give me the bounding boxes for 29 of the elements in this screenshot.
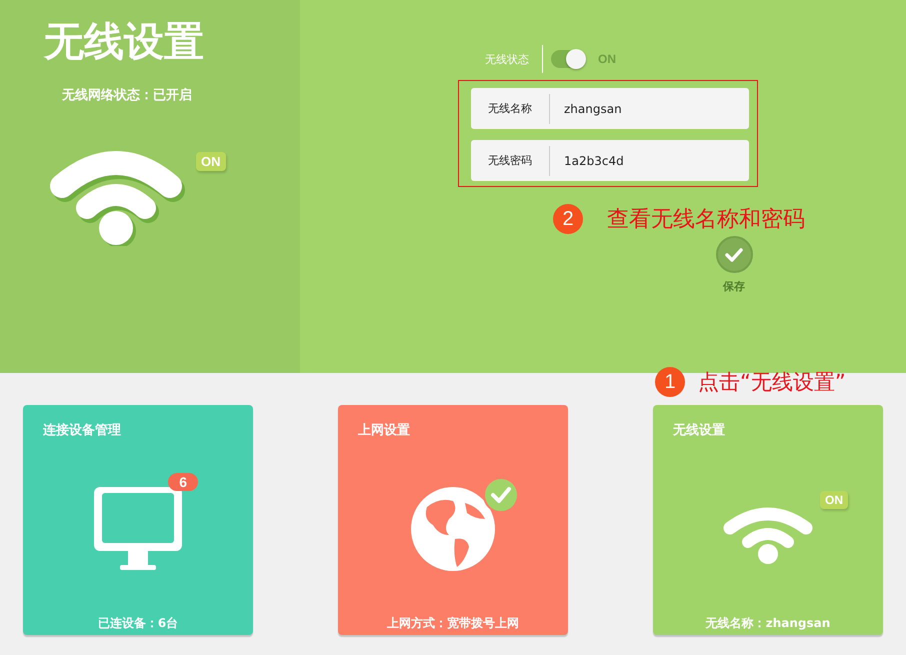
card-title: 无线设置 (673, 422, 725, 439)
step-number: 1 (655, 367, 685, 397)
check-icon (483, 477, 519, 513)
status-label: 无线状态 (485, 52, 529, 66)
count-badge: 6 (168, 473, 198, 491)
feature-card[interactable]: 上网设置 上网方式：宽带拨号上网 (338, 405, 568, 635)
field-label: 无线名称 (471, 94, 550, 124)
field-label: 无线密码 (471, 146, 550, 176)
check-icon (725, 248, 743, 262)
card-caption: 无线名称：zhangsan (706, 615, 830, 632)
on-badge: ON (820, 491, 848, 509)
card-title: 上网设置 (358, 422, 410, 439)
page-title: 无线设置 (44, 18, 204, 66)
card-title: 连接设备管理 (43, 422, 121, 439)
annotation-text: 查看无线名称和密码 (607, 206, 805, 234)
on-badge: ON (196, 152, 226, 171)
toggle-switch[interactable] (551, 50, 586, 68)
status-text: 无线网络状态：已开启 (62, 86, 192, 104)
save-button[interactable] (716, 236, 752, 273)
input-field[interactable]: 1a2b3c4d (562, 152, 726, 168)
feature-card[interactable]: 连接设备管理 6 已连设备：6台 (23, 405, 253, 635)
annotation-text: 点击“无线设置” (698, 369, 846, 396)
input-field[interactable]: zhangsan (562, 100, 726, 116)
feature-card[interactable]: 无线设置 ON 无线名称：zhangsan (653, 405, 883, 635)
card-caption: 上网方式：宽带拨号上网 (387, 615, 519, 632)
globe-icon (409, 485, 497, 573)
step-number: 2 (553, 204, 583, 234)
save-label: 保存 (723, 279, 745, 294)
card-caption: 已连设备：6台 (98, 615, 178, 632)
